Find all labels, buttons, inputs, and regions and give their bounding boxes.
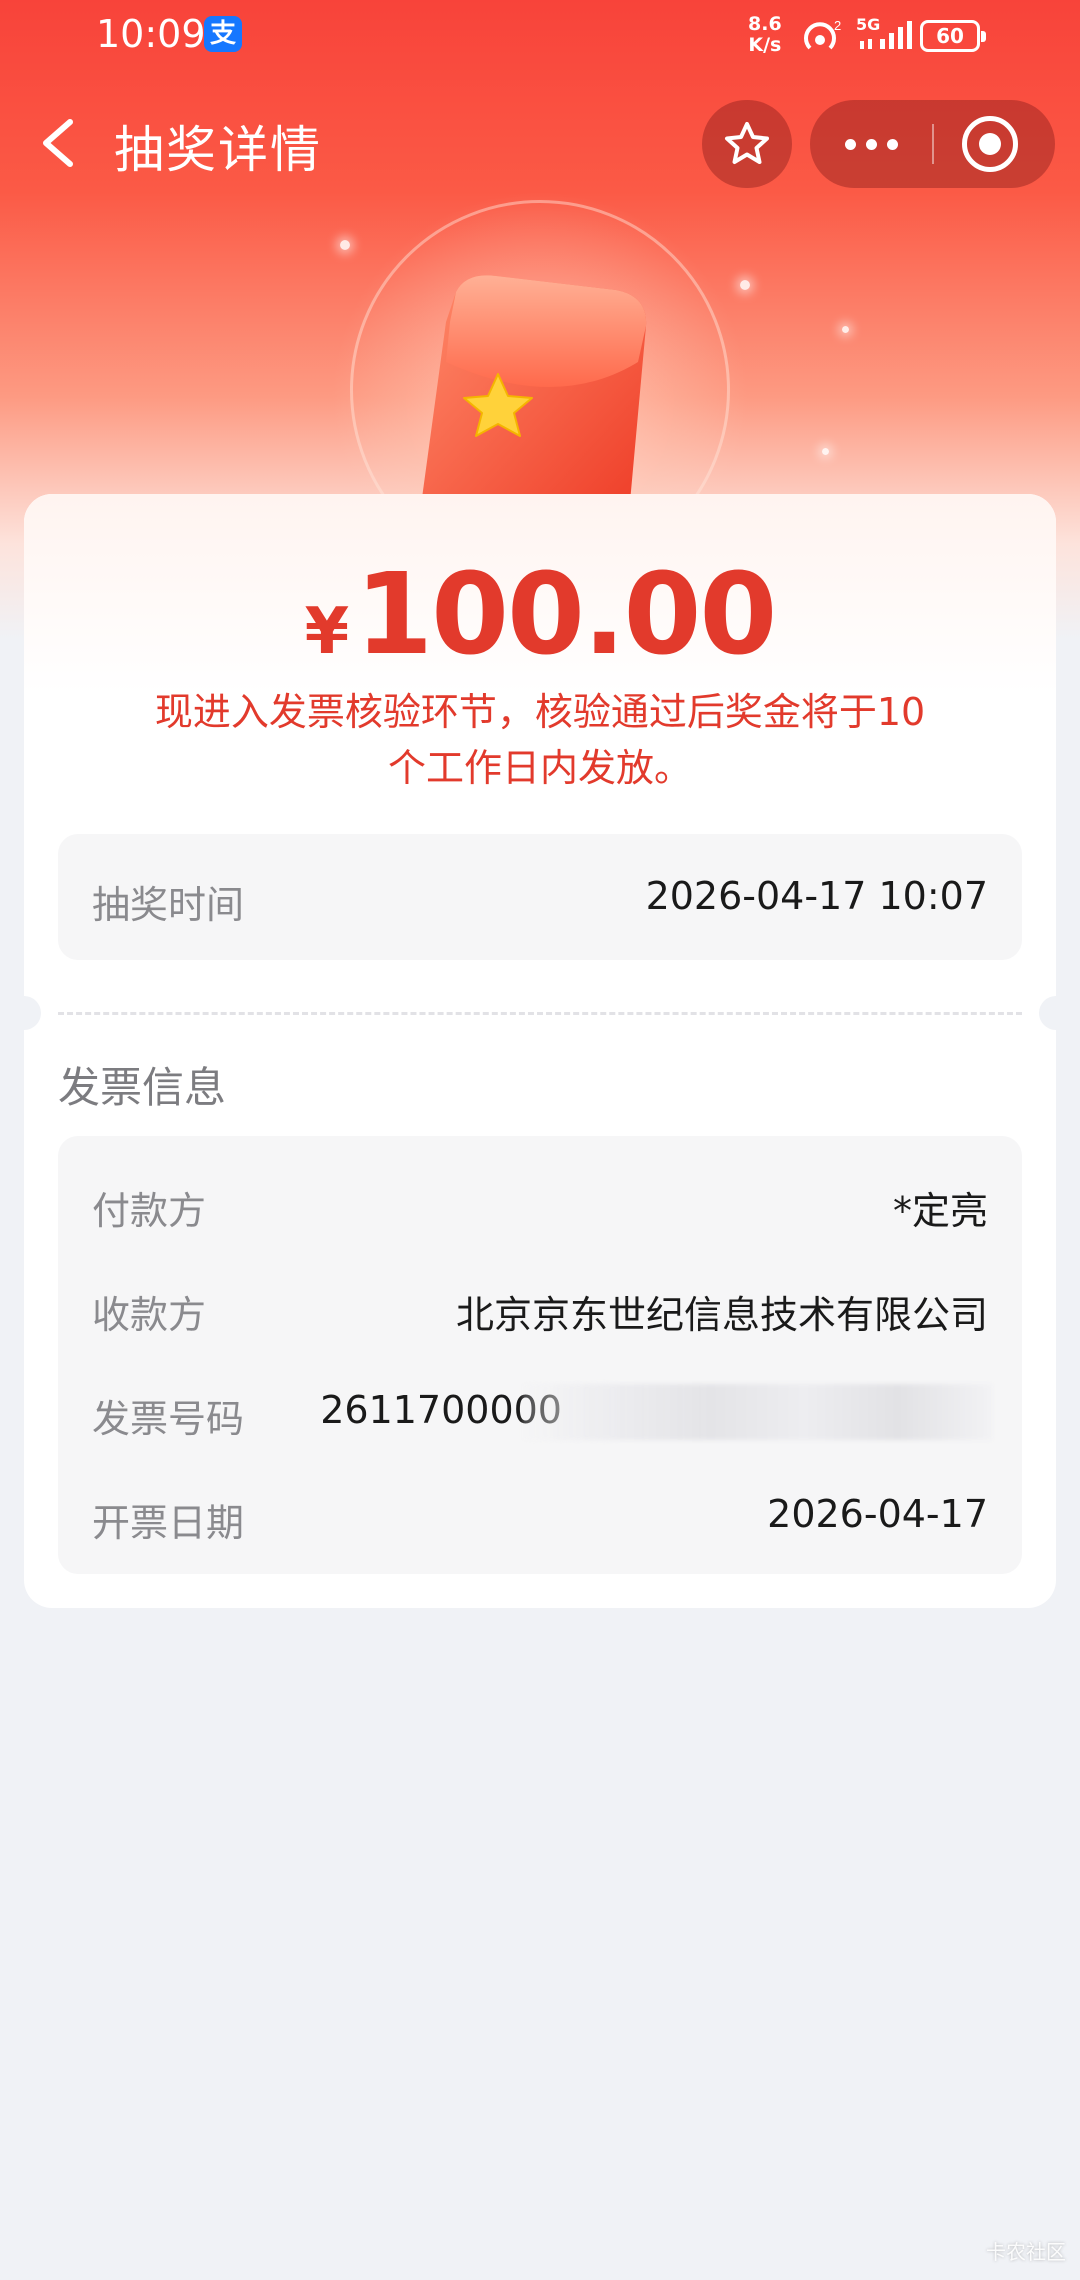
capsule-divider bbox=[932, 124, 934, 164]
battery-icon: 60 bbox=[920, 20, 986, 52]
sparkle-icon bbox=[842, 326, 849, 333]
hotspot-icon: 2 bbox=[804, 18, 841, 50]
signal-icon bbox=[860, 21, 912, 49]
close-mini-program-button[interactable] bbox=[962, 116, 1018, 172]
issue-date-label: 开票日期 bbox=[92, 1501, 245, 1545]
amount-value: 100.00 bbox=[355, 550, 777, 680]
invoice-number-label: 发票号码 bbox=[92, 1397, 245, 1441]
redaction-blur bbox=[522, 1384, 992, 1440]
red-envelope-icon bbox=[421, 275, 647, 522]
page-title: 抽奖详情 bbox=[114, 121, 322, 179]
payer-value: *定亮 bbox=[892, 1189, 988, 1233]
sparkle-icon bbox=[740, 280, 750, 290]
network-speed-value: 8.6 bbox=[748, 13, 782, 35]
prize-card: ¥100.00 现进入发票核验环节，核验通过后奖金将于10 个工作日内发放。 抽… bbox=[7, 494, 1073, 1608]
favorite-button[interactable] bbox=[702, 100, 792, 188]
more-dot-icon bbox=[886, 138, 898, 150]
chevron-left-icon bbox=[43, 119, 73, 167]
more-dot-icon bbox=[844, 138, 856, 150]
issue-date-value: 2026-04-17 bbox=[767, 1492, 988, 1536]
draw-time-value: 2026-04-17 10:07 bbox=[645, 874, 988, 918]
card-notch-left bbox=[7, 996, 41, 1030]
prize-amount: ¥100.00 bbox=[24, 550, 1056, 680]
payee-value: 北京京东世纪信息技术有限公司 bbox=[455, 1293, 988, 1337]
mini-program-capsule bbox=[810, 100, 1055, 188]
more-button[interactable] bbox=[810, 100, 932, 188]
draw-time-label: 抽奖时间 bbox=[92, 883, 245, 927]
back-button[interactable] bbox=[30, 108, 90, 178]
network-speed-unit: K/s bbox=[748, 34, 782, 56]
invoice-section-title: 发票信息 bbox=[58, 1063, 227, 1112]
status-bar: 10:09 支 8.6 K/s 2 5G 60 bbox=[0, 0, 1080, 76]
draw-time-row: 抽奖时间 2026-04-17 10:07 bbox=[58, 834, 1022, 960]
status-icons: 2 5G bbox=[800, 14, 918, 56]
payee-label: 收款方 bbox=[92, 1293, 207, 1337]
status-time: 10:09 bbox=[96, 12, 206, 56]
alipay-icon: 支 bbox=[204, 16, 242, 52]
card-notch-right bbox=[1039, 996, 1073, 1030]
notice-line: 现进入发票核验环节，核验通过后奖金将于10 bbox=[154, 690, 926, 734]
svg-text:2: 2 bbox=[834, 18, 841, 33]
sparkle-icon bbox=[822, 448, 829, 455]
prize-notice: 现进入发票核验环节，核验通过后奖金将于10 个工作日内发放。 bbox=[124, 684, 956, 796]
more-dot-icon bbox=[865, 138, 877, 150]
notice-line: 个工作日内发放。 bbox=[387, 746, 692, 790]
dashed-divider bbox=[58, 1012, 1022, 1015]
cellular-signal: 5G bbox=[856, 15, 918, 53]
network-speed: 8.6 K/s bbox=[748, 14, 782, 56]
payer-label: 付款方 bbox=[92, 1189, 207, 1233]
invoice-details: 付款方 *定亮 收款方 北京京东世纪信息技术有限公司 发票号码 26117000… bbox=[58, 1136, 1022, 1574]
watermark: 卡农社区 bbox=[986, 2240, 1066, 2264]
sparkle-icon bbox=[340, 240, 350, 250]
star-icon bbox=[725, 122, 769, 164]
currency-symbol: ¥ bbox=[304, 595, 350, 669]
